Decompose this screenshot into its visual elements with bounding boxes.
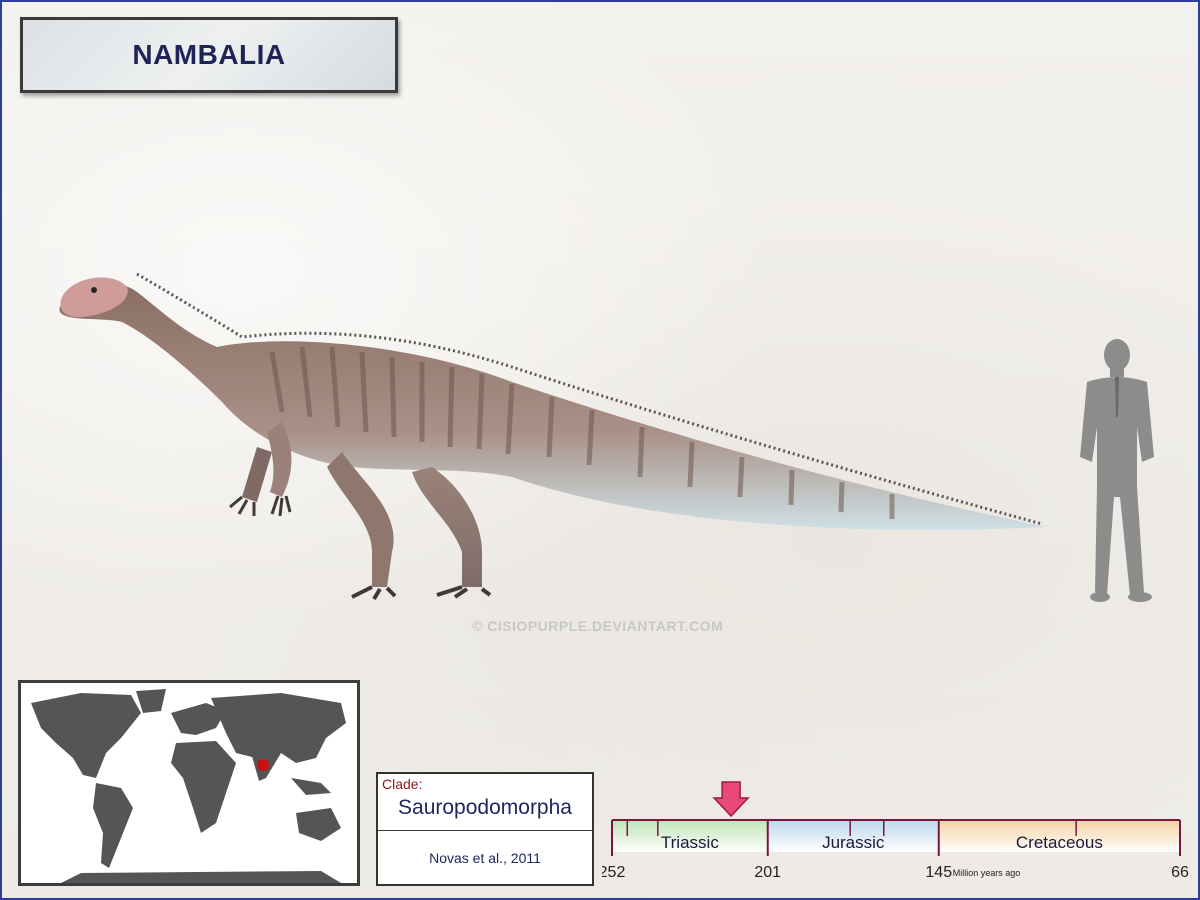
dinosaur-illustration	[59, 272, 1047, 601]
clade-divider	[378, 830, 592, 831]
watermark-text: © CISIOPURPLE.DEVIANTART.COM	[472, 618, 724, 634]
page-title: NAMBALIA	[132, 39, 286, 70]
world-map-graphic	[31, 689, 346, 883]
timeline-tick-label: 201	[754, 864, 781, 881]
clade-value: Sauropodomorpha	[398, 796, 572, 819]
timeline-unit-label: Million years ago	[953, 868, 1021, 878]
geologic-timeline: Triassic Jurassic Cretaceous 252 201 145 66 Mil…	[602, 781, 1189, 881]
timeline-period-label: Cretaceous	[1016, 833, 1103, 852]
location-marker	[257, 759, 269, 771]
page-frame: NAMBALIA © CISIOPURPLE.DEVIANTART.COM Cl…	[0, 0, 1200, 900]
human-scale-silhouette	[1080, 339, 1154, 602]
clade-label: Clade:	[382, 776, 423, 792]
title-plate: NAMBALIA	[20, 17, 398, 93]
timeline-tick-label: 66	[1171, 864, 1189, 881]
clade-panel: Clade: Sauropodomorpha Novas et al., 201…	[376, 772, 594, 886]
timeline-tick-label: 252	[602, 864, 625, 881]
timeline-tick-label: 145	[925, 864, 952, 881]
timeline-period-label: Triassic	[661, 833, 719, 852]
world-map	[18, 680, 360, 886]
timeline-marker-arrow-icon	[712, 781, 750, 818]
timeline-period-label: Jurassic	[822, 833, 885, 852]
clade-author: Novas et al., 2011	[429, 850, 541, 866]
